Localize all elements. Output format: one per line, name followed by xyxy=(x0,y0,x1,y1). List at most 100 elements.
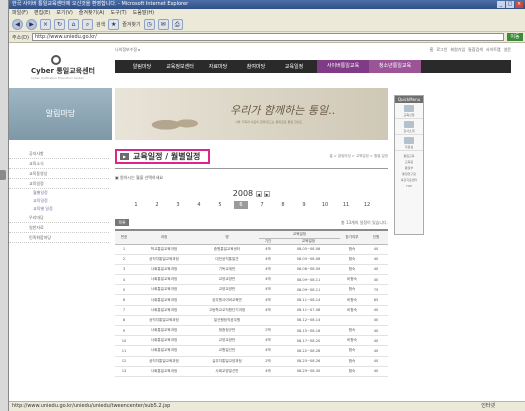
next-year-button[interactable]: ▶ xyxy=(264,190,271,197)
table-row[interactable]: 2 공직자통일교육과정 대전공직통일관 4박 08.05~08.06 합숙 40 xyxy=(115,254,388,265)
maximize-button[interactable]: □ xyxy=(506,1,514,8)
back-icon[interactable]: ◀ xyxy=(12,18,23,30)
table-row[interactable]: 1 학교통일교육과정 중원통일교육센터 4박 08.05~08.06 합숙 40 xyxy=(115,244,388,255)
table-cell: 40 xyxy=(364,315,388,327)
site-logo[interactable]: Cyber 통일교육센터 Cyber Unification Education… xyxy=(31,55,95,80)
month-tab-active[interactable]: 6 xyxy=(234,201,248,209)
stop-icon[interactable]: × xyxy=(40,18,51,30)
table-cell: 9 xyxy=(115,325,133,337)
menu-help[interactable]: 도움말(H) xyxy=(133,9,154,17)
prev-year-button[interactable]: ◀ xyxy=(255,190,262,197)
month-tab[interactable]: 5 xyxy=(213,201,227,209)
month-tab[interactable]: 10 xyxy=(318,201,332,209)
lnb-general-data[interactable]: 일반자료 xyxy=(9,223,109,233)
apply-icon xyxy=(404,105,414,112)
table-cell: 4박 xyxy=(259,345,277,357)
month-tab[interactable]: 7 xyxy=(255,201,269,209)
quick-item-apply[interactable]: 교육신청 xyxy=(395,103,423,119)
quick-item-archive[interactable]: 자료실 xyxy=(395,135,423,151)
table-cell: 기독교계반 xyxy=(195,264,259,276)
mail-icon[interactable]: ✉ xyxy=(157,18,169,30)
menu-file[interactable]: 파일(F) xyxy=(12,9,28,17)
table-cell: 비합숙 xyxy=(340,274,364,286)
lnb-sub-schedule[interactable]: 교육일정 xyxy=(9,197,109,205)
gnb-youth-education[interactable]: 청소년통일교육 xyxy=(369,60,421,73)
table-row[interactable]: 3 사회통일교육과정 기독교계반 4박 08.06~08.09 합숙 40 xyxy=(115,264,388,276)
menu-tools[interactable]: 도구(T) xyxy=(111,9,127,17)
util-left-link[interactable]: 나의정보수정 ▸ xyxy=(115,47,140,53)
gnb-participate[interactable]: 참여마당 xyxy=(237,63,275,70)
month-tab[interactable]: 9 xyxy=(297,201,311,209)
table-cell: 사회통일교육과정 xyxy=(133,366,195,377)
table-cell: 40 xyxy=(364,335,388,347)
gnb-notice[interactable]: 알림마당 xyxy=(123,63,161,70)
gnb-schedule[interactable]: 교육일정 xyxy=(275,63,313,70)
util-login[interactable]: 로그인 xyxy=(436,47,447,53)
lnb-our-yard[interactable]: 우리마당 xyxy=(9,213,109,223)
menu-view[interactable]: 보기(V) xyxy=(56,9,73,17)
favorites-label[interactable]: 즐겨찾기 xyxy=(122,21,140,28)
month-tab[interactable]: 12 xyxy=(360,201,374,209)
table-cell: 합숙 xyxy=(340,325,364,337)
month-tab[interactable]: 4 xyxy=(192,201,206,209)
forward-icon[interactable]: ▶ xyxy=(26,18,37,30)
gnb-data[interactable]: 자료마당 xyxy=(199,63,237,70)
lnb-notice[interactable]: 공지사항 xyxy=(9,149,109,159)
lnb-news[interactable]: 교육소식 xyxy=(9,159,109,169)
banner-figures-image xyxy=(145,108,215,136)
page-title-highlight: ▶ 교육일정 / 월별일정 xyxy=(115,149,210,164)
table-cell xyxy=(259,315,277,327)
util-home[interactable]: 홈 xyxy=(430,47,434,53)
util-join[interactable]: 회원가입 xyxy=(450,47,465,53)
table-row[interactable]: 11 사회통일교육과정 교원일선반 4박 08.22~08.28 합숙 40 xyxy=(115,345,388,357)
table-row[interactable]: 4 사회통일교육과정 교양교양반 4박 08.09~08.11 비합숙 40 xyxy=(115,274,388,286)
quick-item-lecturer[interactable]: 강사소개 xyxy=(395,119,423,135)
table-row[interactable]: 5 사회통일교육과정 교양교양반 4박 08.09~08.11 합숙 75 xyxy=(115,284,388,296)
lnb-sub-monthly[interactable]: 월별일정 xyxy=(9,189,109,197)
menu-edit[interactable]: 편집(E) xyxy=(34,9,50,17)
window-title: 한국 사이버 통일교육센터에 오신것을 환영합니다. - Microsoft I… xyxy=(12,1,189,7)
print-icon[interactable]: ⎙ xyxy=(171,18,183,30)
month-tab[interactable]: 3 xyxy=(171,201,185,209)
col-attendance: 참가여부 xyxy=(340,229,364,245)
month-tab[interactable]: 11 xyxy=(339,201,353,209)
history-icon[interactable]: ◷ xyxy=(143,18,155,30)
month-tab[interactable]: 2 xyxy=(150,201,164,209)
breadcrumb: 홈 > 알림마당 > 교육일정 > 월별 일정 xyxy=(329,154,388,158)
table-cell: 4박 xyxy=(259,366,277,377)
table-row[interactable]: 6 사회통일교육과정 공무원사이버교육반 4박 08.11~08.14 비합숙 65 xyxy=(115,294,388,306)
util-english[interactable]: 영문 xyxy=(504,47,511,53)
quick-top-link[interactable]: TOP xyxy=(395,183,423,189)
gnb-info[interactable]: 교육정보센터 xyxy=(161,63,199,70)
table-row[interactable]: 12 공직자통일교육과정 실무자통일교양과정 2박 08.25~08.26 합숙 40 xyxy=(115,356,388,367)
table-row[interactable]: 9 사회통일교육과정 청중정규반 2박 08.15~08.16 합숙 40 xyxy=(115,325,388,337)
lnb-harmony[interactable]: 민족화합마당 xyxy=(9,233,109,243)
util-search[interactable]: 통합검색 xyxy=(468,47,483,53)
table-cell: 합숙 xyxy=(340,254,364,265)
search-label[interactable]: 검색 xyxy=(96,21,105,28)
gnb-cyber-education[interactable]: 사이버통일교육 xyxy=(317,60,369,73)
table-row[interactable]: 8 공직자통일교육과정 일선행정직공무원 08.12~08.14 40 xyxy=(115,315,388,327)
table-cell: 교원일선반 xyxy=(195,345,259,357)
lnb-video[interactable]: 교육동영상 xyxy=(9,169,109,179)
util-sitemap[interactable]: 사이트맵 xyxy=(486,47,501,53)
menu-favorites[interactable]: 즐겨찾기(A) xyxy=(79,9,105,17)
search-icon[interactable]: ⌕ xyxy=(82,18,93,30)
home-icon[interactable]: ⌂ xyxy=(68,18,79,30)
favorites-icon[interactable]: ★ xyxy=(108,18,120,30)
refresh-icon[interactable]: ↻ xyxy=(54,18,65,30)
table-row[interactable]: 10 사회통일교육과정 교양교양반 4박 08.17~08.20 비합숙 40 xyxy=(115,335,388,347)
table-row[interactable]: 7 사회통일교육과정 고등학교교직원단기과정 4박 08.11~07.08 비합숙 40 xyxy=(115,305,388,316)
lnb-schedule[interactable]: 교육일정 xyxy=(9,179,109,189)
close-button[interactable]: × xyxy=(515,1,523,8)
lnb-sub-by-course[interactable]: 교육별 일정 xyxy=(9,205,109,213)
address-input[interactable]: http://www.uniedu.go.kr/ xyxy=(31,33,504,41)
month-tab[interactable]: 8 xyxy=(276,201,290,209)
month-tab[interactable]: 1 xyxy=(129,201,143,209)
list-button[interactable]: 목록 xyxy=(115,219,129,226)
table-row[interactable]: 13 사회통일교육과정 사회교양일선반 4박 08.29~08.30 합숙 40 xyxy=(115,366,388,377)
section-banner: 알림마당 xyxy=(9,88,112,140)
table-cell: 12 xyxy=(115,356,133,367)
go-button[interactable]: 이동 xyxy=(507,33,523,41)
minimize-button[interactable]: _ xyxy=(497,1,505,8)
